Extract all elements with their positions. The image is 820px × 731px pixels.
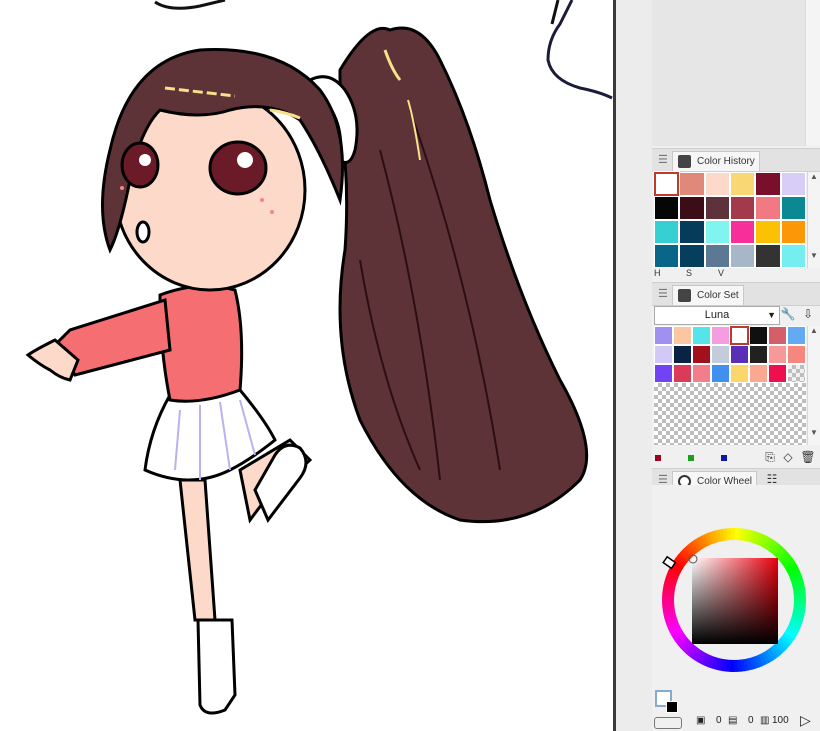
wrench-icon[interactable]: 🔧 xyxy=(780,306,796,322)
color-swatch[interactable] xyxy=(654,345,673,364)
color-swatch[interactable] xyxy=(768,345,787,364)
color-swatch[interactable] xyxy=(704,244,730,268)
color-swatch[interactable] xyxy=(679,220,705,244)
palette-icon xyxy=(678,289,691,302)
color-swatch[interactable] xyxy=(730,345,749,364)
character-illustration xyxy=(25,0,613,715)
color-swatch[interactable] xyxy=(755,196,781,220)
color-swatch[interactable] xyxy=(780,172,806,196)
color-swatch[interactable] xyxy=(679,244,705,268)
color-swatch[interactable] xyxy=(654,244,680,268)
filmstrip-icon xyxy=(678,155,691,168)
color-swatch[interactable] xyxy=(755,244,781,268)
scroll-up-icon[interactable]: ▲ xyxy=(808,172,820,181)
menu-grip-icon[interactable]: ☰ xyxy=(658,287,668,300)
color-history-tabbar: ☰ Color History xyxy=(652,148,820,172)
color-swatch[interactable] xyxy=(730,220,756,244)
drawing-canvas[interactable] xyxy=(0,0,613,731)
color-swatch[interactable] xyxy=(692,345,711,364)
tool-strip xyxy=(616,0,653,731)
color-swatch[interactable] xyxy=(704,172,730,196)
play-circle-icon[interactable]: ▷ xyxy=(800,712,811,729)
color-swatch[interactable] xyxy=(679,172,705,196)
history-mode-v[interactable]: V xyxy=(718,268,724,278)
color-swatch[interactable] xyxy=(755,172,781,196)
palette-indicator xyxy=(721,455,727,461)
menu-grip-icon[interactable]: ☰ xyxy=(658,153,668,166)
top-panel-scrollbar[interactable] xyxy=(805,0,820,146)
color-wheel-area xyxy=(652,485,820,731)
scroll-up-icon[interactable]: ▲ xyxy=(808,326,820,335)
palette-indicator xyxy=(688,455,694,461)
color-swatch[interactable] xyxy=(749,345,768,364)
color-swatch[interactable] xyxy=(711,326,730,345)
color-swatch[interactable] xyxy=(692,326,711,345)
s-icon: ▤ xyxy=(728,715,738,726)
color-swatch[interactable] xyxy=(730,364,749,383)
color-swatch[interactable] xyxy=(780,220,806,244)
add-color-icon[interactable]: ⎘ xyxy=(762,449,778,465)
color-status-bar: ▣ 0 ▤ 0 ▥ 100 ▷ xyxy=(652,712,820,731)
history-mode-s[interactable]: S xyxy=(686,268,692,278)
v-icon: ▥ xyxy=(760,715,770,726)
palette-indicator xyxy=(655,455,661,461)
color-swatch[interactable] xyxy=(679,196,705,220)
color-swatch[interactable] xyxy=(704,220,730,244)
color-history-grid xyxy=(652,171,806,268)
right-panels: ☰ Color History ▲ ▼ H S V ☰ Color Set Lu… xyxy=(652,0,820,731)
color-swatch[interactable] xyxy=(787,326,806,345)
color-set-scrollbar[interactable]: ▲ ▼ xyxy=(807,326,820,445)
color-swatch[interactable] xyxy=(654,326,673,345)
color-swatch[interactable] xyxy=(692,364,711,383)
color-swatch[interactable] xyxy=(787,364,806,383)
color-swatch[interactable] xyxy=(787,345,806,364)
trash-icon[interactable]: 🗑 xyxy=(800,449,816,465)
fill-add-icon[interactable]: ◇ xyxy=(780,449,796,465)
color-swatch[interactable] xyxy=(755,220,781,244)
color-swatch[interactable] xyxy=(749,364,768,383)
color-swatch[interactable] xyxy=(729,325,750,346)
color-set-tabbar: ☰ Color Set xyxy=(652,282,820,306)
color-set-grid xyxy=(654,325,806,383)
color-swatch[interactable] xyxy=(768,364,787,383)
color-swatch[interactable] xyxy=(673,326,692,345)
color-swatch[interactable] xyxy=(730,196,756,220)
color-swatch[interactable] xyxy=(768,326,787,345)
color-swatch[interactable] xyxy=(654,196,680,220)
history-mode-h[interactable]: H xyxy=(654,268,661,278)
color-swatch[interactable] xyxy=(711,364,730,383)
scroll-down-icon[interactable]: ▼ xyxy=(808,428,820,437)
color-swatch[interactable] xyxy=(654,220,680,244)
color-swatch[interactable] xyxy=(749,326,768,345)
chevron-down-icon: ▼ xyxy=(767,310,776,320)
color-swatch[interactable] xyxy=(704,196,730,220)
tab-color-set[interactable]: Color Set xyxy=(672,285,744,305)
color-swatch[interactable] xyxy=(780,196,806,220)
color-swatch[interactable] xyxy=(780,244,806,268)
h-icon: ▣ xyxy=(696,715,706,726)
scroll-down-icon[interactable]: ▼ xyxy=(808,251,820,260)
empty-swatch-area[interactable] xyxy=(654,383,806,445)
color-swatch[interactable] xyxy=(730,172,756,196)
layer-panel-area xyxy=(652,0,820,146)
color-swatch[interactable] xyxy=(673,345,692,364)
color-swatch[interactable] xyxy=(730,244,756,268)
color-swatch[interactable] xyxy=(673,364,692,383)
color-history-scrollbar[interactable]: ▲ ▼ xyxy=(807,172,820,268)
color-wheel-svg[interactable] xyxy=(652,485,820,711)
tab-color-history[interactable]: Color History xyxy=(672,151,760,171)
import-icon[interactable]: ⇩ xyxy=(800,306,816,322)
transparent-toggle[interactable] xyxy=(654,717,682,729)
color-swatch[interactable] xyxy=(654,364,673,383)
color-set-dropdown[interactable]: Luna ▼ xyxy=(654,306,780,325)
color-swatch[interactable] xyxy=(711,345,730,364)
color-swatch[interactable] xyxy=(652,171,681,197)
